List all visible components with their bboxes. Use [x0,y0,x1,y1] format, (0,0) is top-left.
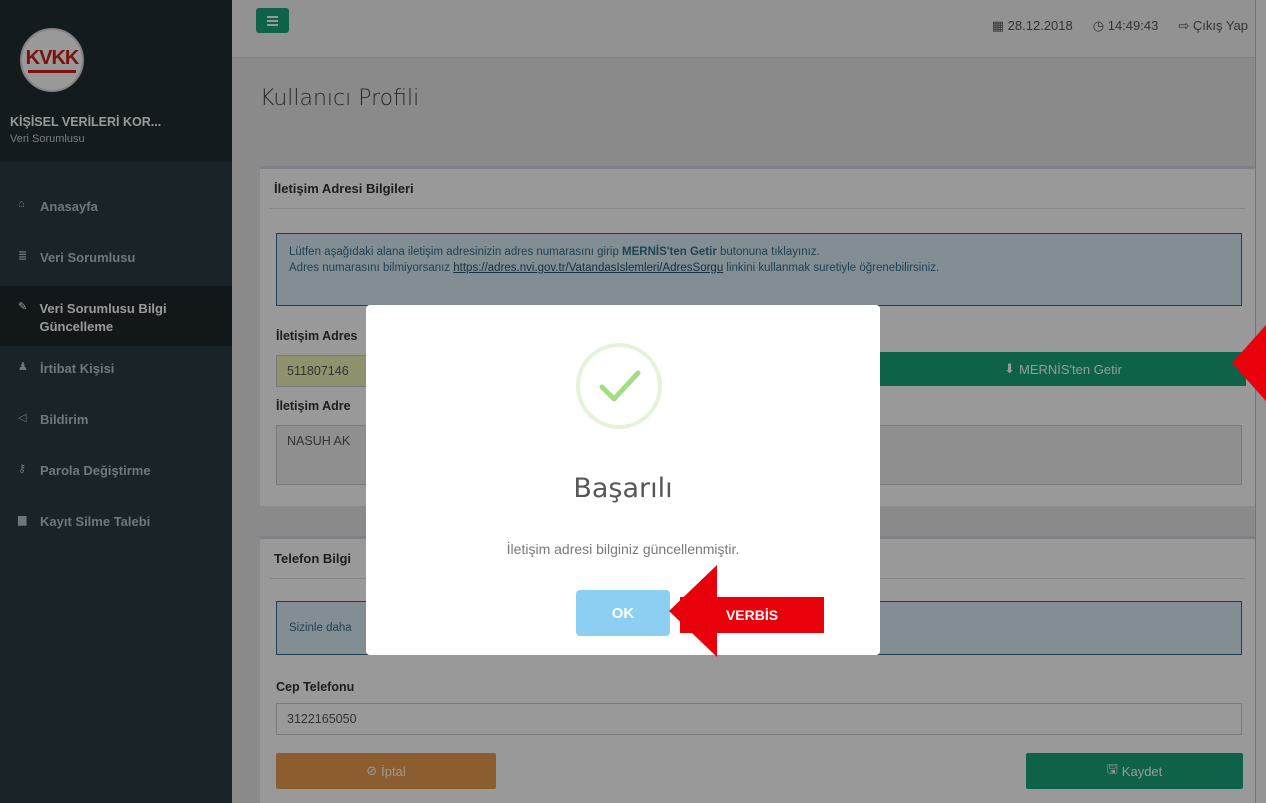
modal-message: İletişim adresi bilginiz güncellenmiştir… [506,541,740,557]
annotation-arrow-mernis [1232,325,1266,401]
checkmark-icon [599,370,641,402]
success-check-icon [576,343,662,429]
modal-title: Başarılı [573,473,673,504]
verbis-annotation-label: VERBİS [680,597,824,633]
ok-button[interactable]: OK [576,590,670,636]
